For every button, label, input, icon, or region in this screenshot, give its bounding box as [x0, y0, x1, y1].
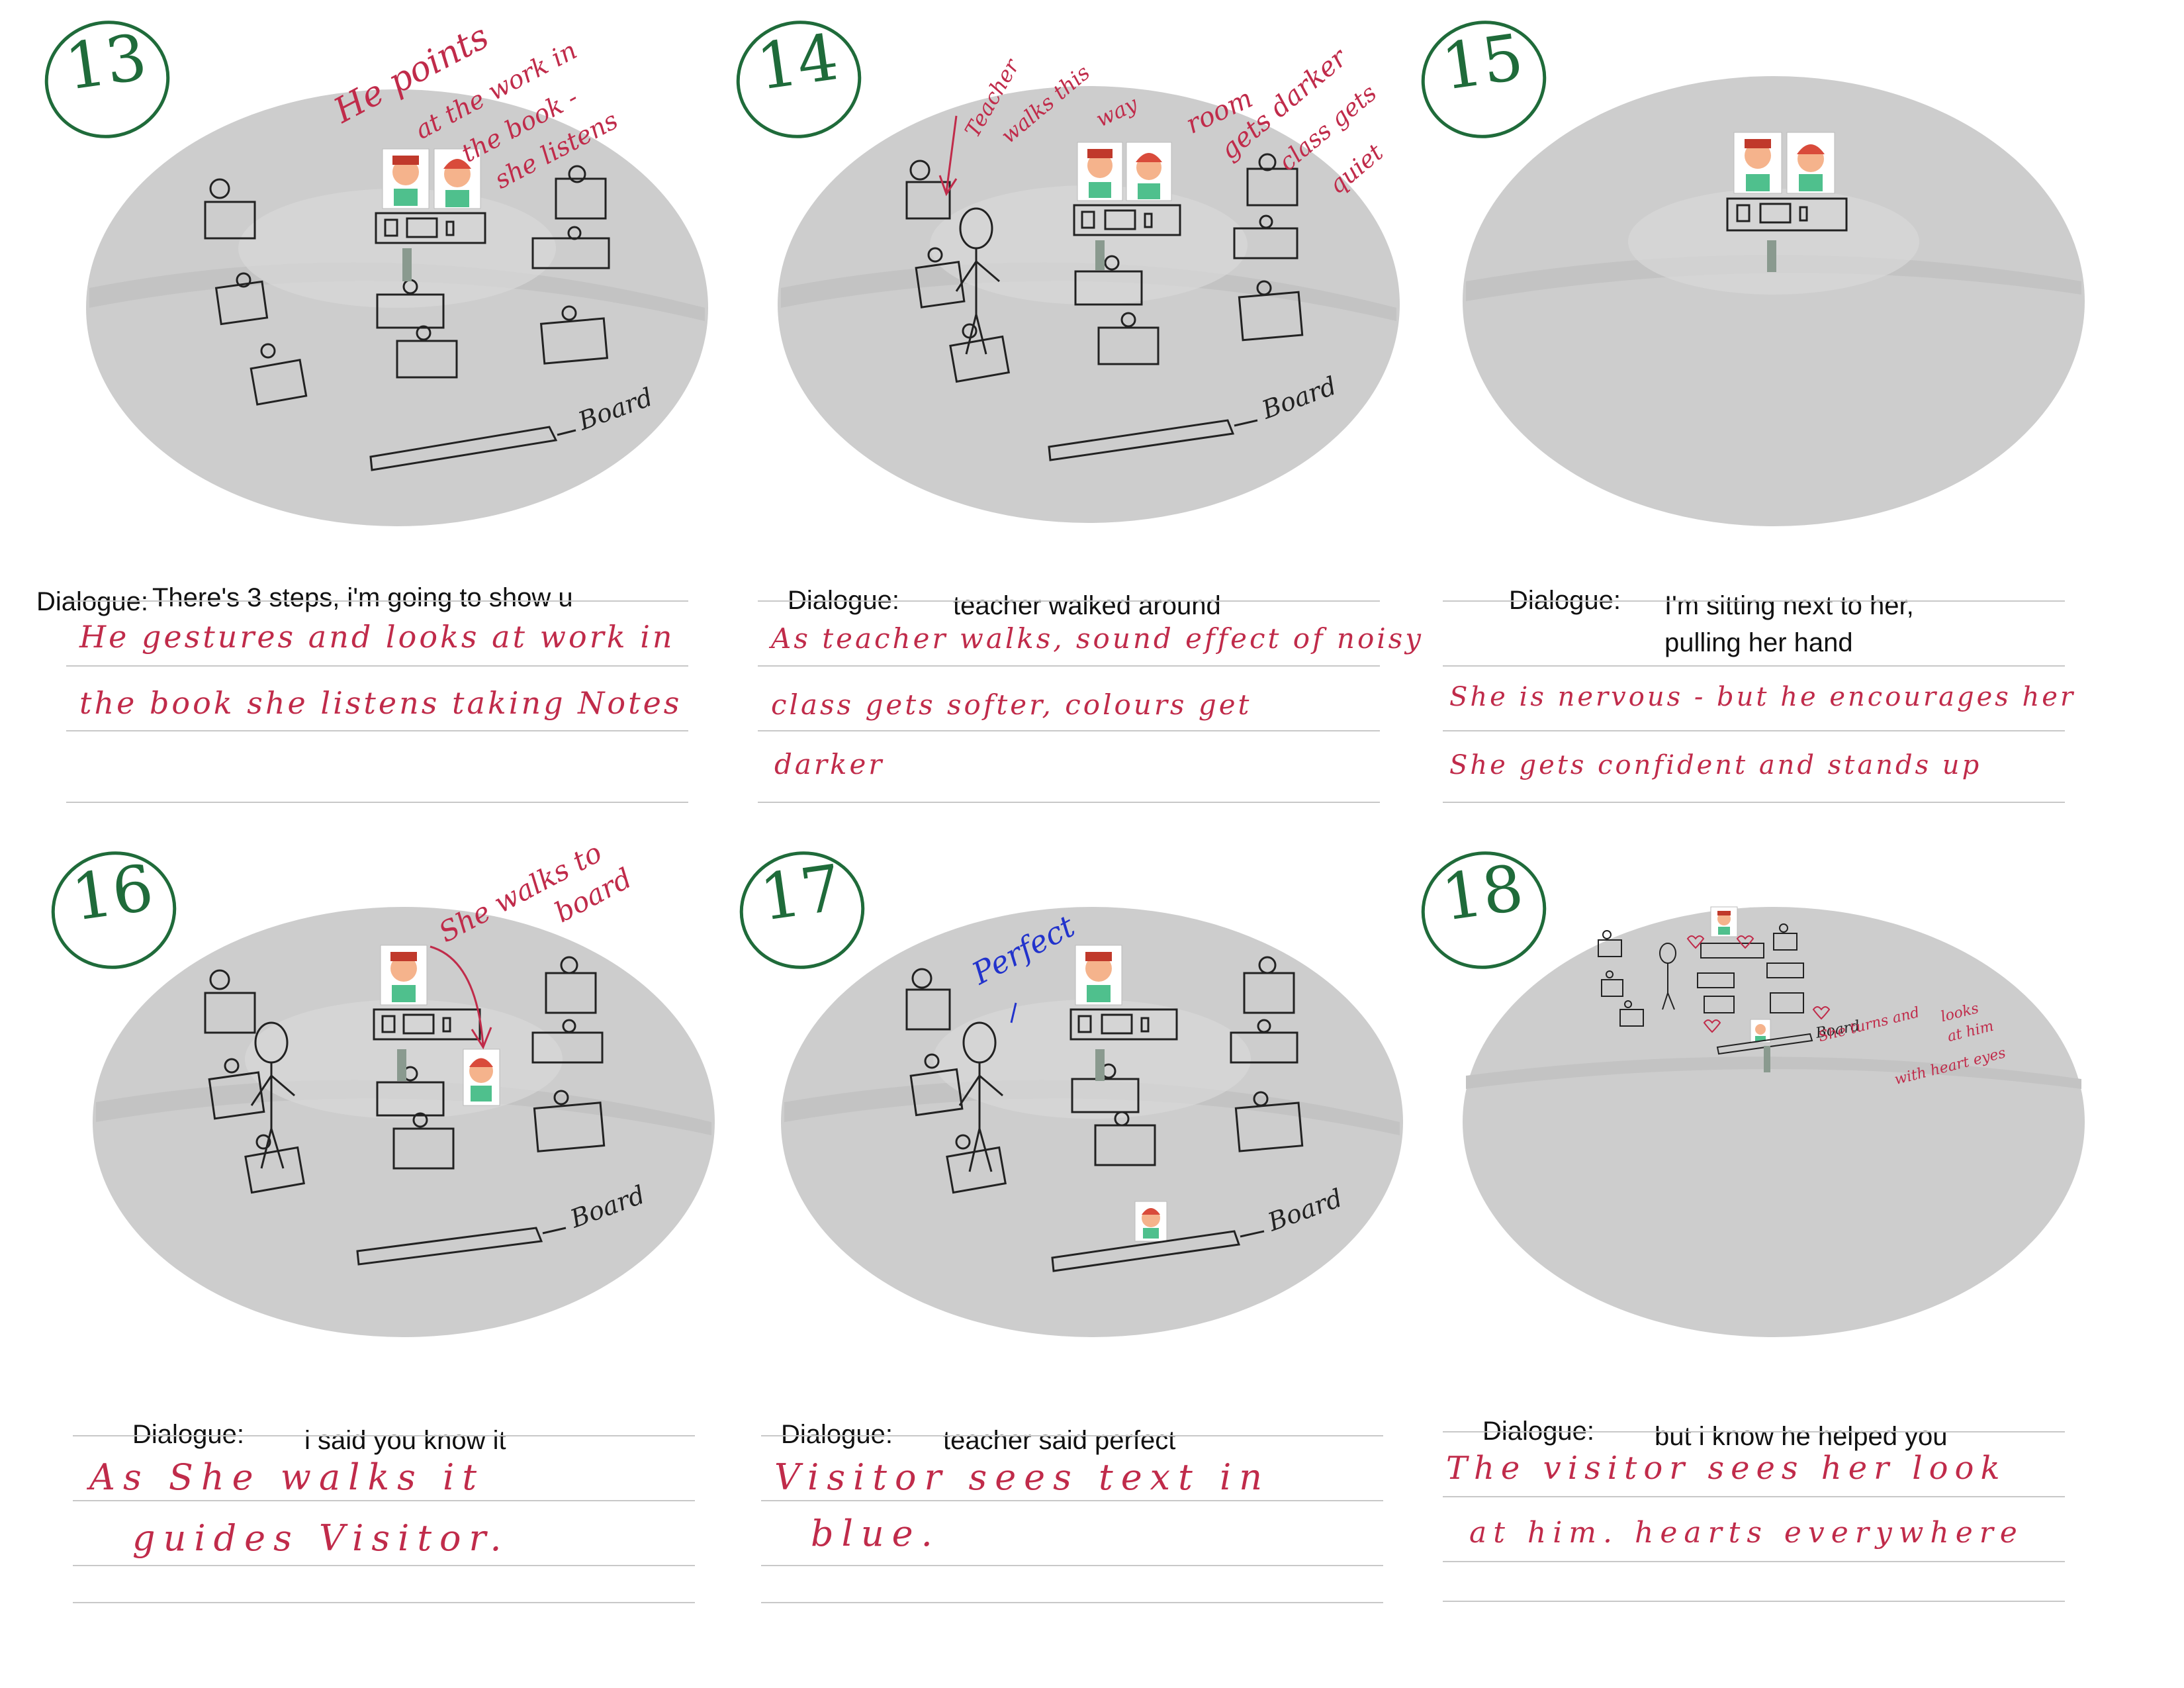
handwritten-note: As teacher walks, sound effect of noisy: [771, 622, 1424, 655]
note-line: [73, 1602, 695, 1603]
storyboard-panel-14: Board 14 Teacher walks this way room get…: [736, 20, 1421, 804]
panel-number-circle: 18: [1418, 844, 1550, 980]
note-line: [73, 1500, 695, 1501]
handwritten-note: guides Visitor.: [132, 1517, 510, 1559]
handwritten-note: As She walks it: [89, 1456, 485, 1498]
handwritten-note: Visitor sees text in: [774, 1456, 1271, 1498]
note-line: [73, 1435, 695, 1436]
dialogue-text: teacher said perfect: [943, 1426, 1176, 1455]
note-line: [761, 1435, 1383, 1436]
dialogue-text: teacher walked around: [953, 591, 1221, 620]
note-line: [758, 665, 1380, 667]
handwritten-note: She gets confident and stands up: [1449, 750, 1982, 780]
figure-icon: [1095, 240, 1105, 270]
dialogue-label: Dialogue:: [36, 587, 149, 616]
handwritten-note: The visitor sees her look: [1446, 1450, 2007, 1487]
note-line: [1443, 600, 2065, 602]
handwritten-note: blue.: [811, 1513, 940, 1554]
dialogue-row: Dialogue: but i know he helped you: [1443, 1390, 2105, 1451]
note-line: [761, 1500, 1383, 1501]
handwritten-note: He gestures and looks at work in: [79, 619, 675, 655]
panel-number-circle: 15: [1418, 13, 1550, 149]
dialogue-row: Dialogue: teacher walked around: [758, 559, 1420, 620]
handwritten-note: She is nervous - but he encourages her: [1449, 682, 2076, 712]
dialogue-row: Dialogue: i said you know it: [73, 1390, 735, 1455]
storyboard-panel-13: Board 13 He points at the work in the bo…: [36, 17, 728, 804]
note-line: [66, 600, 688, 602]
panel-number: 13: [60, 20, 152, 105]
note-line: [1443, 665, 2065, 667]
dialogue-text: i said you know it: [304, 1426, 506, 1455]
storyboard-panel-18: Board 18 She turns and looks at him with…: [1421, 851, 2105, 1635]
note-line: [1443, 1431, 2065, 1432]
note-line: [1443, 1496, 2065, 1497]
note-line: [761, 1602, 1383, 1603]
storyboard-panel-15: 15 Dialogue: I'm sitting next to her, pu…: [1421, 20, 2105, 804]
panel-number: 15: [1437, 20, 1528, 105]
storyboard-panel-16: Board 16 She walks to board Dialogue: i …: [51, 836, 735, 1635]
panel-number: 18: [1437, 851, 1528, 935]
figure-icon: [1764, 1046, 1770, 1072]
figure-icon: [1767, 240, 1776, 272]
note-line: [1443, 802, 2065, 803]
dialogue-row: Dialogue: teacher said perfect: [761, 1390, 1423, 1455]
dialogue-row: Dialogue: There's 3 steps, i'm going to …: [36, 559, 728, 616]
note-line: [73, 1565, 695, 1566]
panel-number: 17: [755, 851, 846, 935]
note-line: [761, 1565, 1383, 1566]
dialogue-text: There's 3 steps, i'm going to show u: [152, 583, 573, 612]
dialogue-row: Dialogue: I'm sitting next to her, pulli…: [1443, 559, 2105, 657]
panel-number: 16: [67, 851, 158, 935]
panel-number-circle: 17: [736, 844, 868, 980]
figure-icon: [397, 1049, 406, 1081]
note-line: [66, 730, 688, 731]
panel-number: 14: [752, 20, 843, 105]
note-line: [1443, 1601, 2065, 1602]
figure-icon: [1095, 1049, 1105, 1081]
handwritten-note: at him. hearts everywhere: [1469, 1516, 2024, 1550]
note-line: [66, 802, 688, 803]
note-line: [758, 730, 1380, 731]
figure-icon: [402, 248, 412, 281]
note-line: [1443, 1561, 2065, 1562]
note-line: [758, 600, 1380, 602]
panel-number-circle: 14: [733, 13, 865, 149]
dialogue-text: I'm sitting next to her, pulling her han…: [1664, 591, 1914, 657]
panel-number-circle: 16: [48, 844, 180, 980]
note-line: [1443, 730, 2065, 731]
handwritten-note: the book she listens taking Notes: [79, 685, 682, 721]
panel-number-circle: 13: [41, 13, 173, 149]
note-line: [66, 665, 688, 667]
note-line: [758, 802, 1380, 803]
handwritten-note: darker: [774, 748, 885, 780]
handwritten-note: class gets softer, colours get: [771, 688, 1252, 721]
storyboard-panel-17: Board 17 Perfect Dialogue: teacher said …: [739, 851, 1423, 1635]
